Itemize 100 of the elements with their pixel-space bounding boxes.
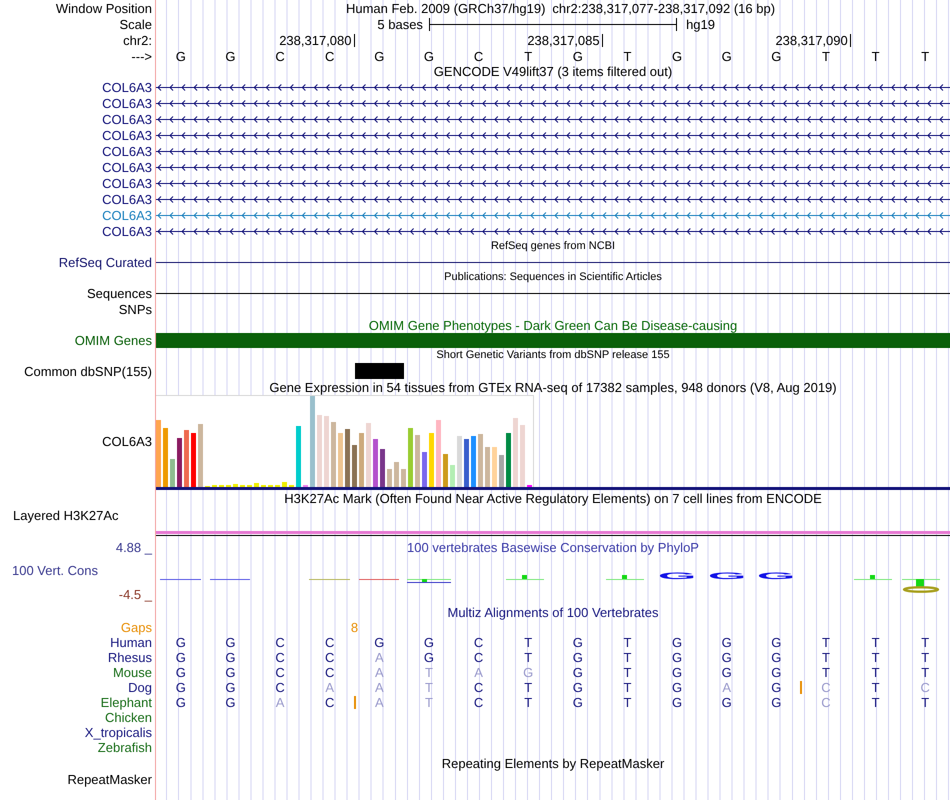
aligned-base: C [275,680,285,695]
aligned-base: T [623,650,632,665]
aligned-base: G [176,680,186,695]
aligned-base: A [325,680,334,695]
base-letter: G [374,49,384,64]
aligned-base: T [623,680,632,695]
base-letter: T [524,49,532,64]
aligned-base: G [722,635,732,650]
aligned-base: C [324,635,334,650]
base-letter: G [424,49,434,64]
track-label: SNPs [118,302,152,316]
aligned-base: T [623,635,632,650]
ruler-tick [850,34,851,47]
track-label: Elephant [100,695,152,710]
aligned-base: C [474,680,484,695]
track-label: COL6A3 [102,112,152,126]
aligned-base: C [324,650,334,665]
aligned-base: G [771,665,782,680]
aligned-base: A [722,680,732,695]
track-label: Gaps [120,620,152,635]
track-label: COL6A3 [102,192,152,206]
aligned-base: A [374,650,384,665]
expression-bar [380,449,385,487]
aligned-base: C [275,635,285,650]
expression-bar [331,422,336,487]
expression-bar [324,416,329,487]
aligned-base: G [176,650,186,665]
expression-bar [366,423,371,487]
track-label: COL6A3 [102,144,152,158]
expression-bar [429,433,434,487]
track-title: H3K27Ac Mark (Often Found Near Active Regulatory Elements) on 7 cell lines from ENCODE [284,490,822,506]
expression-bar [422,452,427,487]
base-letter: T [822,49,830,64]
track-label: Rhesus [108,650,152,665]
base-letter: G [225,49,236,64]
base-letter: C [275,49,285,64]
axis-label: -4.5 _ [118,586,152,602]
aligned-base: G [672,635,682,650]
expression-bar [394,462,399,487]
aligned-base: G [225,665,236,680]
track-label: Dog [128,680,152,695]
expression-bar [471,436,476,487]
position-label: 238,317,090 [775,33,848,48]
expression-bar [296,426,301,487]
aligned-base: T [822,650,830,665]
track-title: GENCODE V49lift37 (3 items filtered out) [434,64,672,78]
expression-bar [163,428,168,487]
assembly-label: hg19 [686,16,715,32]
aligned-base: T [921,665,930,680]
base-letter: G [722,49,732,64]
track-label: OMIM Genes [74,333,152,348]
aligned-base: G [572,665,583,680]
track-title: RefSeq genes from NCBI [490,239,616,254]
base-letter: C [474,49,484,64]
track-title: OMIM Gene Phenotypes - Dark Green Can Be Disease-causing [368,318,738,332]
expression-bar [177,438,182,487]
expression-bar [492,447,497,487]
row-label: ---> [131,49,152,64]
aligned-base: T [921,695,930,710]
aligned-base: G [176,665,186,680]
expression-bar [156,420,161,487]
track-label: Sequences [86,286,152,300]
track-label: Human [110,635,152,650]
track-title: Multiz Alignments of 100 Vertebrates [447,604,658,620]
track-title: Short Genetic Variants from dbSNP release 155 [436,348,670,363]
expression-bar [359,433,364,487]
track-label: X_tropicalis [84,725,152,740]
aligned-base: C [474,695,484,710]
score-logo-letter: G [658,572,696,580]
row-label: chr2: [123,33,152,48]
aligned-base: C [821,680,831,695]
expression-bar [436,420,441,487]
expression-bar [443,454,448,487]
ruler-tick [602,34,603,47]
aligned-base: T [623,665,632,680]
expression-bar [184,430,189,487]
aligned-base: G [572,650,583,665]
aligned-base: G [176,635,186,650]
aligned-base: C [324,665,334,680]
track-title: Repeating Elements by RepeatMasker [442,756,664,770]
aligned-base: G [523,665,534,680]
track-label: Mouse [112,665,152,680]
aligned-base: C [821,695,831,710]
track-label: RefSeq Curated [58,254,152,270]
position-range: chr2:238,317,077-238,317,092 (16 bp) [552,0,776,16]
aligned-base: T [872,680,880,695]
expression-bar [345,429,350,487]
expression-bar [338,433,343,487]
aligned-base: G [672,680,682,695]
base-letter: G [672,49,682,64]
expression-bar [478,434,483,487]
aligned-base: A [374,680,384,695]
aligned-base: T [921,650,930,665]
aligned-base: T [872,635,880,650]
aligned-base: A [374,695,384,710]
aligned-base: G [771,695,782,710]
aligned-base: G [672,665,682,680]
track-label: COL6A3 [102,96,152,110]
position-label: 238,317,080 [279,33,352,48]
expression-bar [408,428,413,487]
